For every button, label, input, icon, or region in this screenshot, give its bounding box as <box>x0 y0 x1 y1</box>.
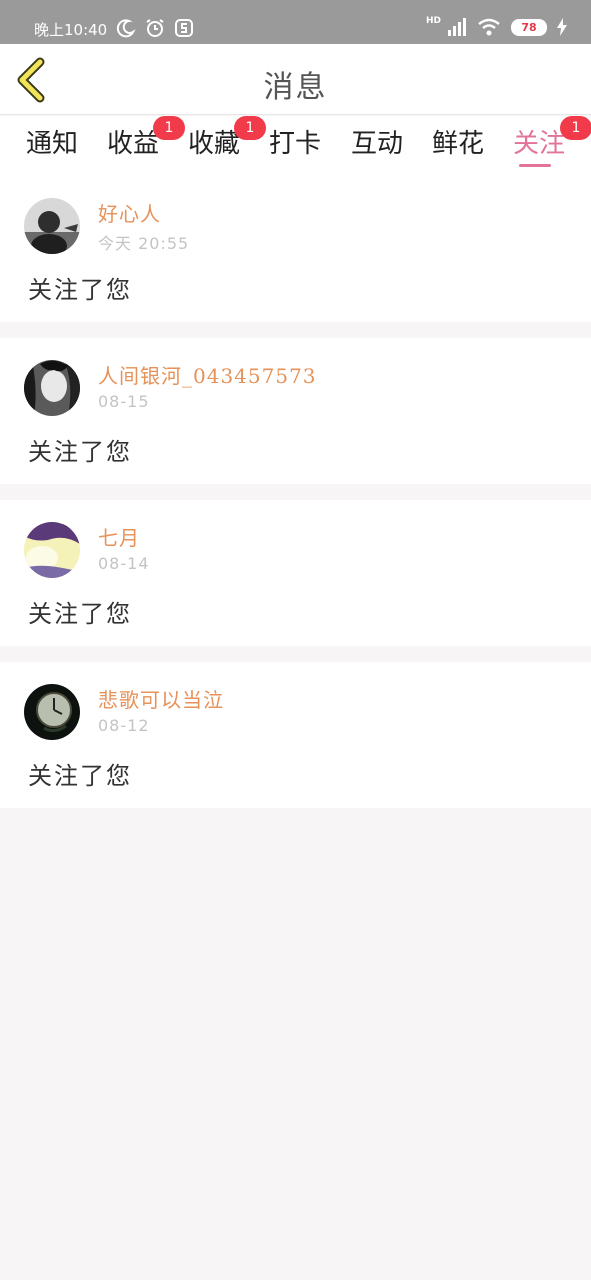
timestamp: 08-15 <box>98 392 150 411</box>
tab-label: 鲜花 <box>431 129 484 159</box>
timestamp: 今天 20:55 <box>98 234 190 253</box>
tab-label: 打卡 <box>268 129 321 159</box>
timestamp: 08-14 <box>98 554 150 573</box>
app-notification-icon <box>175 19 193 37</box>
username[interactable]: 悲歌可以当泣 <box>98 684 224 713</box>
tab-label: 互动 <box>350 129 403 159</box>
network-type: HD <box>425 16 441 26</box>
tab-label: 通知 <box>25 129 78 159</box>
active-tab-indicator <box>519 164 551 167</box>
battery-indicator: 78 <box>511 18 547 36</box>
avatar[interactable] <box>24 684 80 740</box>
avatar[interactable] <box>24 198 80 254</box>
wifi-icon <box>478 18 500 36</box>
message-text: 关注了您 <box>28 276 132 304</box>
tab-flowers[interactable]: 鲜花 <box>426 124 490 178</box>
alarm-icon <box>146 19 164 37</box>
tab-badge: 1 <box>560 116 591 140</box>
signal-icon <box>448 18 466 36</box>
tab-earnings[interactable]: 收益 1 <box>101 116 185 178</box>
timestamp: 08-12 <box>98 716 150 735</box>
status-bar: 晚上10:40 HD 78 <box>0 0 591 44</box>
tab-checkin[interactable]: 打卡 <box>263 124 327 178</box>
list-item[interactable]: 七月 08-14 关注了您 <box>0 500 591 646</box>
avatar[interactable] <box>24 360 80 416</box>
avatar[interactable] <box>24 522 80 578</box>
list-item[interactable]: 人间银河_043457573 08-15 关注了您 <box>0 338 591 484</box>
username[interactable]: 七月 <box>98 522 140 551</box>
header: 消息 <box>0 44 591 115</box>
tab-bar: 通知 收益 1 收藏 1 打卡 互动 鲜花 关注 1 <box>0 116 591 180</box>
page-title: 消息 <box>263 70 328 105</box>
list-item[interactable]: 好心人 今天 20:55 关注了您 <box>0 176 591 322</box>
tab-following[interactable]: 关注 1 <box>507 116 591 178</box>
list-item[interactable]: 悲歌可以当泣 08-12 关注了您 <box>0 662 591 808</box>
tab-favorites[interactable]: 收藏 1 <box>182 116 266 178</box>
username[interactable]: 好心人 <box>98 198 161 227</box>
tab-badge: 1 <box>153 116 185 140</box>
username[interactable]: 人间银河_043457573 <box>98 360 317 389</box>
message-text: 关注了您 <box>28 438 132 466</box>
tab-interactions[interactable]: 互动 <box>345 124 409 178</box>
status-time: 晚上10:40 <box>34 21 108 39</box>
message-text: 关注了您 <box>28 600 132 628</box>
charging-icon <box>557 18 567 36</box>
tab-notifications[interactable]: 通知 <box>20 124 84 178</box>
tab-badge: 1 <box>234 116 266 140</box>
message-text: 关注了您 <box>28 762 132 790</box>
moon-icon <box>116 19 136 38</box>
